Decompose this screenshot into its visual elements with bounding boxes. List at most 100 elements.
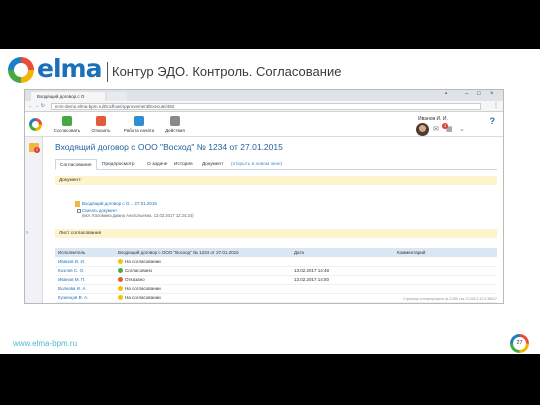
status-cell: Согласовано <box>115 266 291 276</box>
comment-cell <box>394 275 497 285</box>
tab-about-task[interactable]: О задаче <box>143 159 171 170</box>
table-row[interactable]: Иванов М. П. Отказано 13.02.2017 14:50 <box>55 275 497 285</box>
date-cell: 13.02.2017 14:48 <box>291 266 394 276</box>
edit-icon <box>77 209 81 213</box>
person-link[interactable]: Волкова И. А. <box>55 284 115 294</box>
status-text: На согласовании <box>125 294 161 300</box>
pending-status-icon <box>118 286 123 292</box>
table-row[interactable]: Волкова И. А. На согласовании <box>55 284 497 294</box>
logo-ring-icon <box>8 57 34 83</box>
reject-button[interactable]: Отказать <box>85 116 117 136</box>
chevron-down-icon[interactable]: ⌄ <box>459 126 468 133</box>
pending-status-icon <box>118 295 123 301</box>
tab-preview[interactable]: Предпросмотр <box>98 159 139 170</box>
status-text: На согласовании <box>125 258 161 264</box>
new-tab-button[interactable] <box>107 92 127 101</box>
elma-logo: elma <box>8 54 104 83</box>
browser-tabbar: Входящий договор с О ▪ – □ × <box>25 90 503 101</box>
comment-cell <box>394 266 497 276</box>
status-text: Отказано <box>125 276 145 282</box>
approval-table: Исполнитель Входящий договор с ООО "Восх… <box>55 248 497 303</box>
status-cell: Отказано <box>115 275 291 285</box>
reject-icon <box>96 116 106 126</box>
pending-status-icon <box>118 258 123 264</box>
title-separator <box>107 62 108 82</box>
person-link[interactable]: Иванов М. П. <box>55 275 115 285</box>
date-cell: 13.02.2017 14:50 <box>291 275 394 285</box>
close-window-icon[interactable]: × <box>490 91 494 97</box>
left-sidebar: 2 › <box>25 137 43 303</box>
person-link[interactable]: Кузнецов В. А. <box>55 293 115 303</box>
section-route[interactable]: Лист согласования <box>55 229 497 238</box>
main-content: Входящий договор с ООО "Восход" № 1234 о… <box>45 139 503 303</box>
date-cell <box>291 293 394 303</box>
user-profile-icon[interactable]: ▪ <box>445 91 447 97</box>
tab-approval[interactable]: Согласование <box>55 159 97 170</box>
approve-label: Согласовать <box>53 128 81 133</box>
help-icon[interactable]: ? <box>490 116 496 126</box>
column-header[interactable]: Входящий договор с ООО "Восход" № 1234 о… <box>115 248 291 257</box>
rejected-status-icon <box>118 277 123 283</box>
app-logo-icon[interactable] <box>29 118 42 131</box>
section-documents-label: Документ: <box>59 178 82 183</box>
website-link[interactable]: www.elma-bpm.ru <box>13 339 77 348</box>
minimize-icon[interactable]: – <box>465 91 468 97</box>
actions-label: Действия <box>165 128 185 133</box>
status-cell: На согласовании <box>115 257 291 267</box>
column-header[interactable]: Дата <box>291 248 394 257</box>
actions-button[interactable]: Действия <box>159 116 191 136</box>
sidebar-badge: 2 <box>34 147 40 153</box>
maximize-icon[interactable]: □ <box>477 91 481 97</box>
table-header-row: Исполнитель Входящий договор с ООО "Восх… <box>55 248 497 257</box>
comment-cell <box>394 257 497 267</box>
actions-icon <box>170 116 180 126</box>
person-link[interactable]: Иванов И. И. <box>55 257 115 267</box>
version-info: (вкл. Коломина Диана Анатольевна, 13.02.… <box>82 213 194 218</box>
mail-icon[interactable]: ✉ <box>433 126 442 133</box>
table-row[interactable]: Иванов И. И. На согласовании <box>55 257 497 267</box>
work-started-icon <box>134 116 144 126</box>
date-cell <box>291 284 394 294</box>
page-number-badge: 27 <box>510 334 529 353</box>
tab-history[interactable]: История <box>170 159 197 170</box>
browser-window: Входящий договор с О ▪ – □ × ← → ↻ ecm-d… <box>24 89 504 304</box>
tab-document[interactable]: Документ <box>198 159 227 170</box>
page-number: 27 <box>513 337 526 350</box>
reject-label: Отказать <box>91 128 111 133</box>
page-footnote: Страница сгенерирована за 0,086 сек. ELM… <box>402 297 497 301</box>
app-toolbar: Согласовать Отказать Работа начата Дейст… <box>25 113 503 137</box>
column-header[interactable]: Комментарий <box>394 248 497 257</box>
logo-text: elma <box>37 54 102 83</box>
comment-cell <box>394 284 497 294</box>
person-link[interactable]: Козлов С. О. <box>55 266 115 276</box>
browser-tab[interactable]: Входящий договор с О <box>31 92 105 101</box>
status-text: Согласовано <box>125 267 153 273</box>
expand-panel-icon[interactable]: › <box>26 230 28 236</box>
avatar[interactable] <box>416 123 429 136</box>
tabs-row: Согласование Предпросмотр О задаче Истор… <box>55 159 497 170</box>
section-route-label: Лист согласования <box>59 231 102 236</box>
page-title: Входящий договор с ООО "Восход" № 1234 о… <box>55 142 283 152</box>
status-cell: На согласовании <box>115 284 291 294</box>
slide: elma Контур ЭДО. Контроль. Согласование … <box>0 49 540 354</box>
document-file-icon <box>75 201 80 207</box>
open-new-window-link[interactable]: (открыть в новом окне) <box>227 159 286 170</box>
date-cell <box>291 257 394 267</box>
calendar-icon[interactable]: ▦ <box>446 126 455 133</box>
address-bar: ← → ↻ ecm-demo.elma-bpm.ru/Docflow/Appro… <box>25 101 503 112</box>
section-documents[interactable]: Документ: <box>55 176 497 185</box>
status-text: На согласовании <box>125 285 161 291</box>
url-field[interactable]: ecm-demo.elma-bpm.ru/Docflow/Approvement… <box>51 103 481 110</box>
approve-button[interactable]: Согласовать <box>51 116 83 136</box>
attachment-link[interactable]: Входящий договор с О... 27.01.2015 <box>82 201 157 206</box>
browser-menu-icon[interactable]: ⋮ <box>493 102 499 109</box>
column-header[interactable]: Исполнитель <box>55 248 115 257</box>
work-started-button[interactable]: Работа начата <box>121 116 157 136</box>
back-forward-icon[interactable]: ← → ↻ <box>28 103 45 109</box>
approve-icon <box>62 116 72 126</box>
table-row[interactable]: Козлов С. О. Согласовано 13.02.2017 14:4… <box>55 266 497 276</box>
work-started-label: Работа начата <box>123 128 155 133</box>
slide-title: Контур ЭДО. Контроль. Согласование <box>112 64 342 79</box>
user-name[interactable]: Иванов И. И. <box>418 116 448 122</box>
approved-status-icon <box>118 268 123 274</box>
